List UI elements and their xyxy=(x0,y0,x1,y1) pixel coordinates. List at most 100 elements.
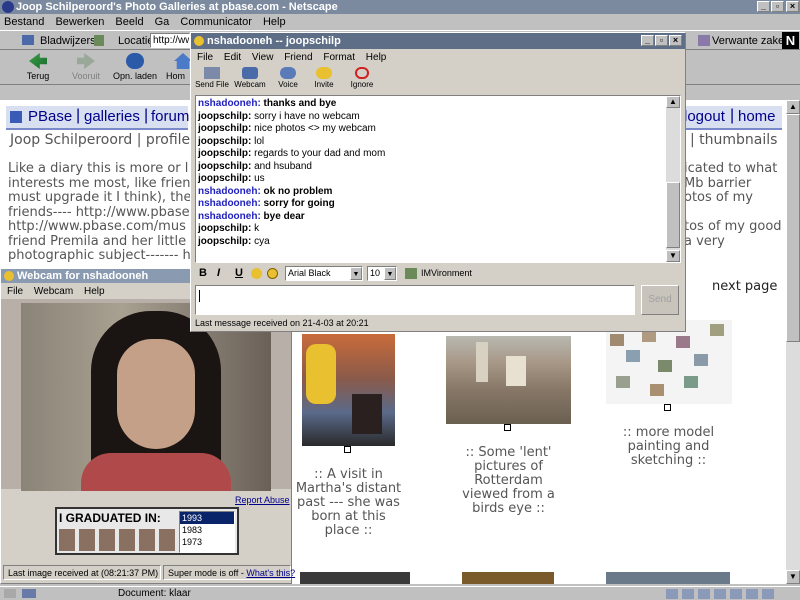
location-input[interactable]: http://ww xyxy=(150,33,190,48)
chat-scroll-down[interactable]: ▼ xyxy=(666,250,680,262)
gallery-caption-1[interactable]: :: A visit in Martha's distant past --- sh… xyxy=(292,468,405,538)
related-button[interactable]: Verwante zaken xyxy=(712,35,790,47)
page-scroll-thumb[interactable] xyxy=(786,114,800,342)
gallery-caption-3[interactable]: :: more model painting and sketching :: xyxy=(612,426,725,468)
chat-menu-view[interactable]: View xyxy=(252,51,274,65)
nav-forum[interactable]: forum xyxy=(151,108,189,125)
nav-sep-2: | xyxy=(144,107,149,124)
nav-home[interactable]: home xyxy=(738,108,776,125)
menu-beeld[interactable]: Beeld xyxy=(115,15,143,29)
gallery-thumb-row2-2[interactable] xyxy=(462,572,554,584)
forward-button[interactable]: Vooruit xyxy=(66,53,106,81)
page-scrollbar[interactable]: ▲ ▼ xyxy=(786,100,800,584)
webcam-menu-help[interactable]: Help xyxy=(84,285,105,299)
chat-title: nshadooneh -- joopschilp xyxy=(207,35,341,47)
profile-line[interactable]: Joop Schilperoord | profile xyxy=(10,132,190,148)
chat-message: joopschilp: and hsuband xyxy=(198,161,662,174)
webcam-app-icon xyxy=(4,271,14,281)
netscape-titlebar[interactable]: Joop Schilperoord's Photo Galleries at p… xyxy=(0,0,800,14)
gallery-thumb-3[interactable] xyxy=(606,320,732,404)
chat-message: joopschilp: sorry i have no webcam xyxy=(198,111,662,124)
next-page-link[interactable]: next page xyxy=(712,279,777,294)
gallery-thumb-row2-1[interactable] xyxy=(300,572,410,584)
chat-menu-format[interactable]: Format xyxy=(323,51,355,65)
year-1973[interactable]: 1973 xyxy=(180,536,234,548)
maximize-button[interactable]: ▫ xyxy=(771,1,784,12)
intro-paragraph-right: icated to what Mb barrier otos of my tos… xyxy=(684,161,782,249)
nav-pbase[interactable]: PBase xyxy=(28,108,72,125)
chat-message-area[interactable]: nshadooneh: thanks and bye joopschilp: so… xyxy=(195,95,681,263)
reload-icon xyxy=(126,53,144,69)
back-label: Terug xyxy=(26,71,50,81)
send-button[interactable]: Send xyxy=(641,285,679,315)
gallery-thumb-1[interactable] xyxy=(302,334,395,446)
voice-button[interactable]: Voice xyxy=(273,67,303,89)
underline-button[interactable]: U xyxy=(235,267,243,279)
chat-message-list: nshadooneh: thanks and bye joopschilp: so… xyxy=(198,98,662,248)
page-scroll-down[interactable]: ▼ xyxy=(786,570,800,584)
chat-text: and hsuband xyxy=(251,160,312,172)
netscape-statusbar: Document: klaar xyxy=(0,586,800,600)
size-dropdown-arrow[interactable]: ▼ xyxy=(384,267,396,280)
nav-sep-1: | xyxy=(76,107,81,124)
site-nav-left: PBase | galleries | forum xyxy=(6,106,189,130)
security-icon[interactable] xyxy=(4,589,16,598)
chat-text: cya xyxy=(251,235,270,247)
chat-scrollbar[interactable]: ▲ ▼ xyxy=(666,96,680,262)
chat-input[interactable] xyxy=(195,285,635,315)
send-file-button[interactable]: Send File xyxy=(195,67,229,89)
invite-button[interactable]: Invite xyxy=(309,67,339,89)
bold-button[interactable]: B xyxy=(199,267,207,279)
chat-scroll-up[interactable]: ▲ xyxy=(666,96,680,108)
font-select[interactable]: Arial Black ▼ xyxy=(285,266,363,281)
webcam-button[interactable]: Webcam xyxy=(233,67,267,89)
imvironment-button[interactable]: IMVironment xyxy=(421,268,472,278)
location-icon xyxy=(94,35,104,46)
ignore-icon xyxy=(355,67,369,79)
chat-scroll-thumb[interactable] xyxy=(666,182,680,248)
emoticon-icon[interactable] xyxy=(251,268,262,279)
chat-menu-edit[interactable]: Edit xyxy=(224,51,241,65)
chat-menu-file[interactable]: File xyxy=(197,51,213,65)
menu-bestand[interactable]: Bestand xyxy=(4,15,44,29)
gallery-thumb-row2-3[interactable] xyxy=(606,572,730,584)
year-1993[interactable]: 1993 xyxy=(180,512,234,524)
chat-text: us xyxy=(251,173,265,184)
color-icon[interactable] xyxy=(267,268,278,279)
chat-titlebar[interactable]: nshadooneh -- joopschilp xyxy=(191,33,685,49)
nav-galleries[interactable]: galleries xyxy=(84,108,140,125)
chat-menu-friend[interactable]: Friend xyxy=(284,51,312,65)
ignore-button[interactable]: Ignore xyxy=(347,67,377,89)
webcam-menu-webcam[interactable]: Webcam xyxy=(34,285,73,299)
whats-this-link[interactable]: What's this? xyxy=(246,568,295,578)
menu-bewerken[interactable]: Bewerken xyxy=(55,15,104,29)
home-button[interactable]: Hom xyxy=(166,53,192,81)
site-nav-right: logout | home xyxy=(682,106,782,130)
font-dropdown-arrow[interactable]: ▼ xyxy=(350,267,362,280)
chat-statusbar: Last message received on 21-4-03 at 20:2… xyxy=(195,318,369,328)
webcam-menu-file[interactable]: File xyxy=(7,285,23,299)
thumbnails-link[interactable]: | thumbnails xyxy=(690,132,777,148)
nav-logout[interactable]: logout xyxy=(684,108,725,125)
page-scroll-up[interactable]: ▲ xyxy=(786,100,800,114)
menu-communicator[interactable]: Communicator xyxy=(180,15,252,29)
reload-button[interactable]: Opn. laden xyxy=(112,53,158,81)
menu-help[interactable]: Help xyxy=(263,15,286,29)
italic-button[interactable]: I xyxy=(217,267,220,279)
report-abuse-link[interactable]: Report Abuse xyxy=(235,495,290,505)
chat-close-button[interactable]: × xyxy=(669,35,682,46)
menu-ga[interactable]: Ga xyxy=(155,15,170,29)
gallery-caption-2[interactable]: :: Some 'lent' pictures of Rotterdam viewed… xyxy=(452,446,565,516)
bookmarks-button[interactable]: Bladwijzers xyxy=(40,35,96,47)
chat-minimize-button[interactable]: _ xyxy=(641,35,654,46)
chat-maximize-button[interactable]: ▫ xyxy=(655,35,668,46)
year-listbox[interactable]: 1993 1983 1973 xyxy=(179,511,235,553)
close-button[interactable]: × xyxy=(786,1,799,12)
chat-menu-help[interactable]: Help xyxy=(366,51,387,65)
font-size-select[interactable]: 10 ▼ xyxy=(367,266,397,281)
back-button[interactable]: Terug xyxy=(18,53,58,81)
gallery-thumb-2[interactable] xyxy=(446,336,571,424)
year-1983[interactable]: 1983 xyxy=(180,524,234,536)
chat-message: nshadooneh: bye dear xyxy=(198,211,662,224)
minimize-button[interactable]: _ xyxy=(757,1,770,12)
